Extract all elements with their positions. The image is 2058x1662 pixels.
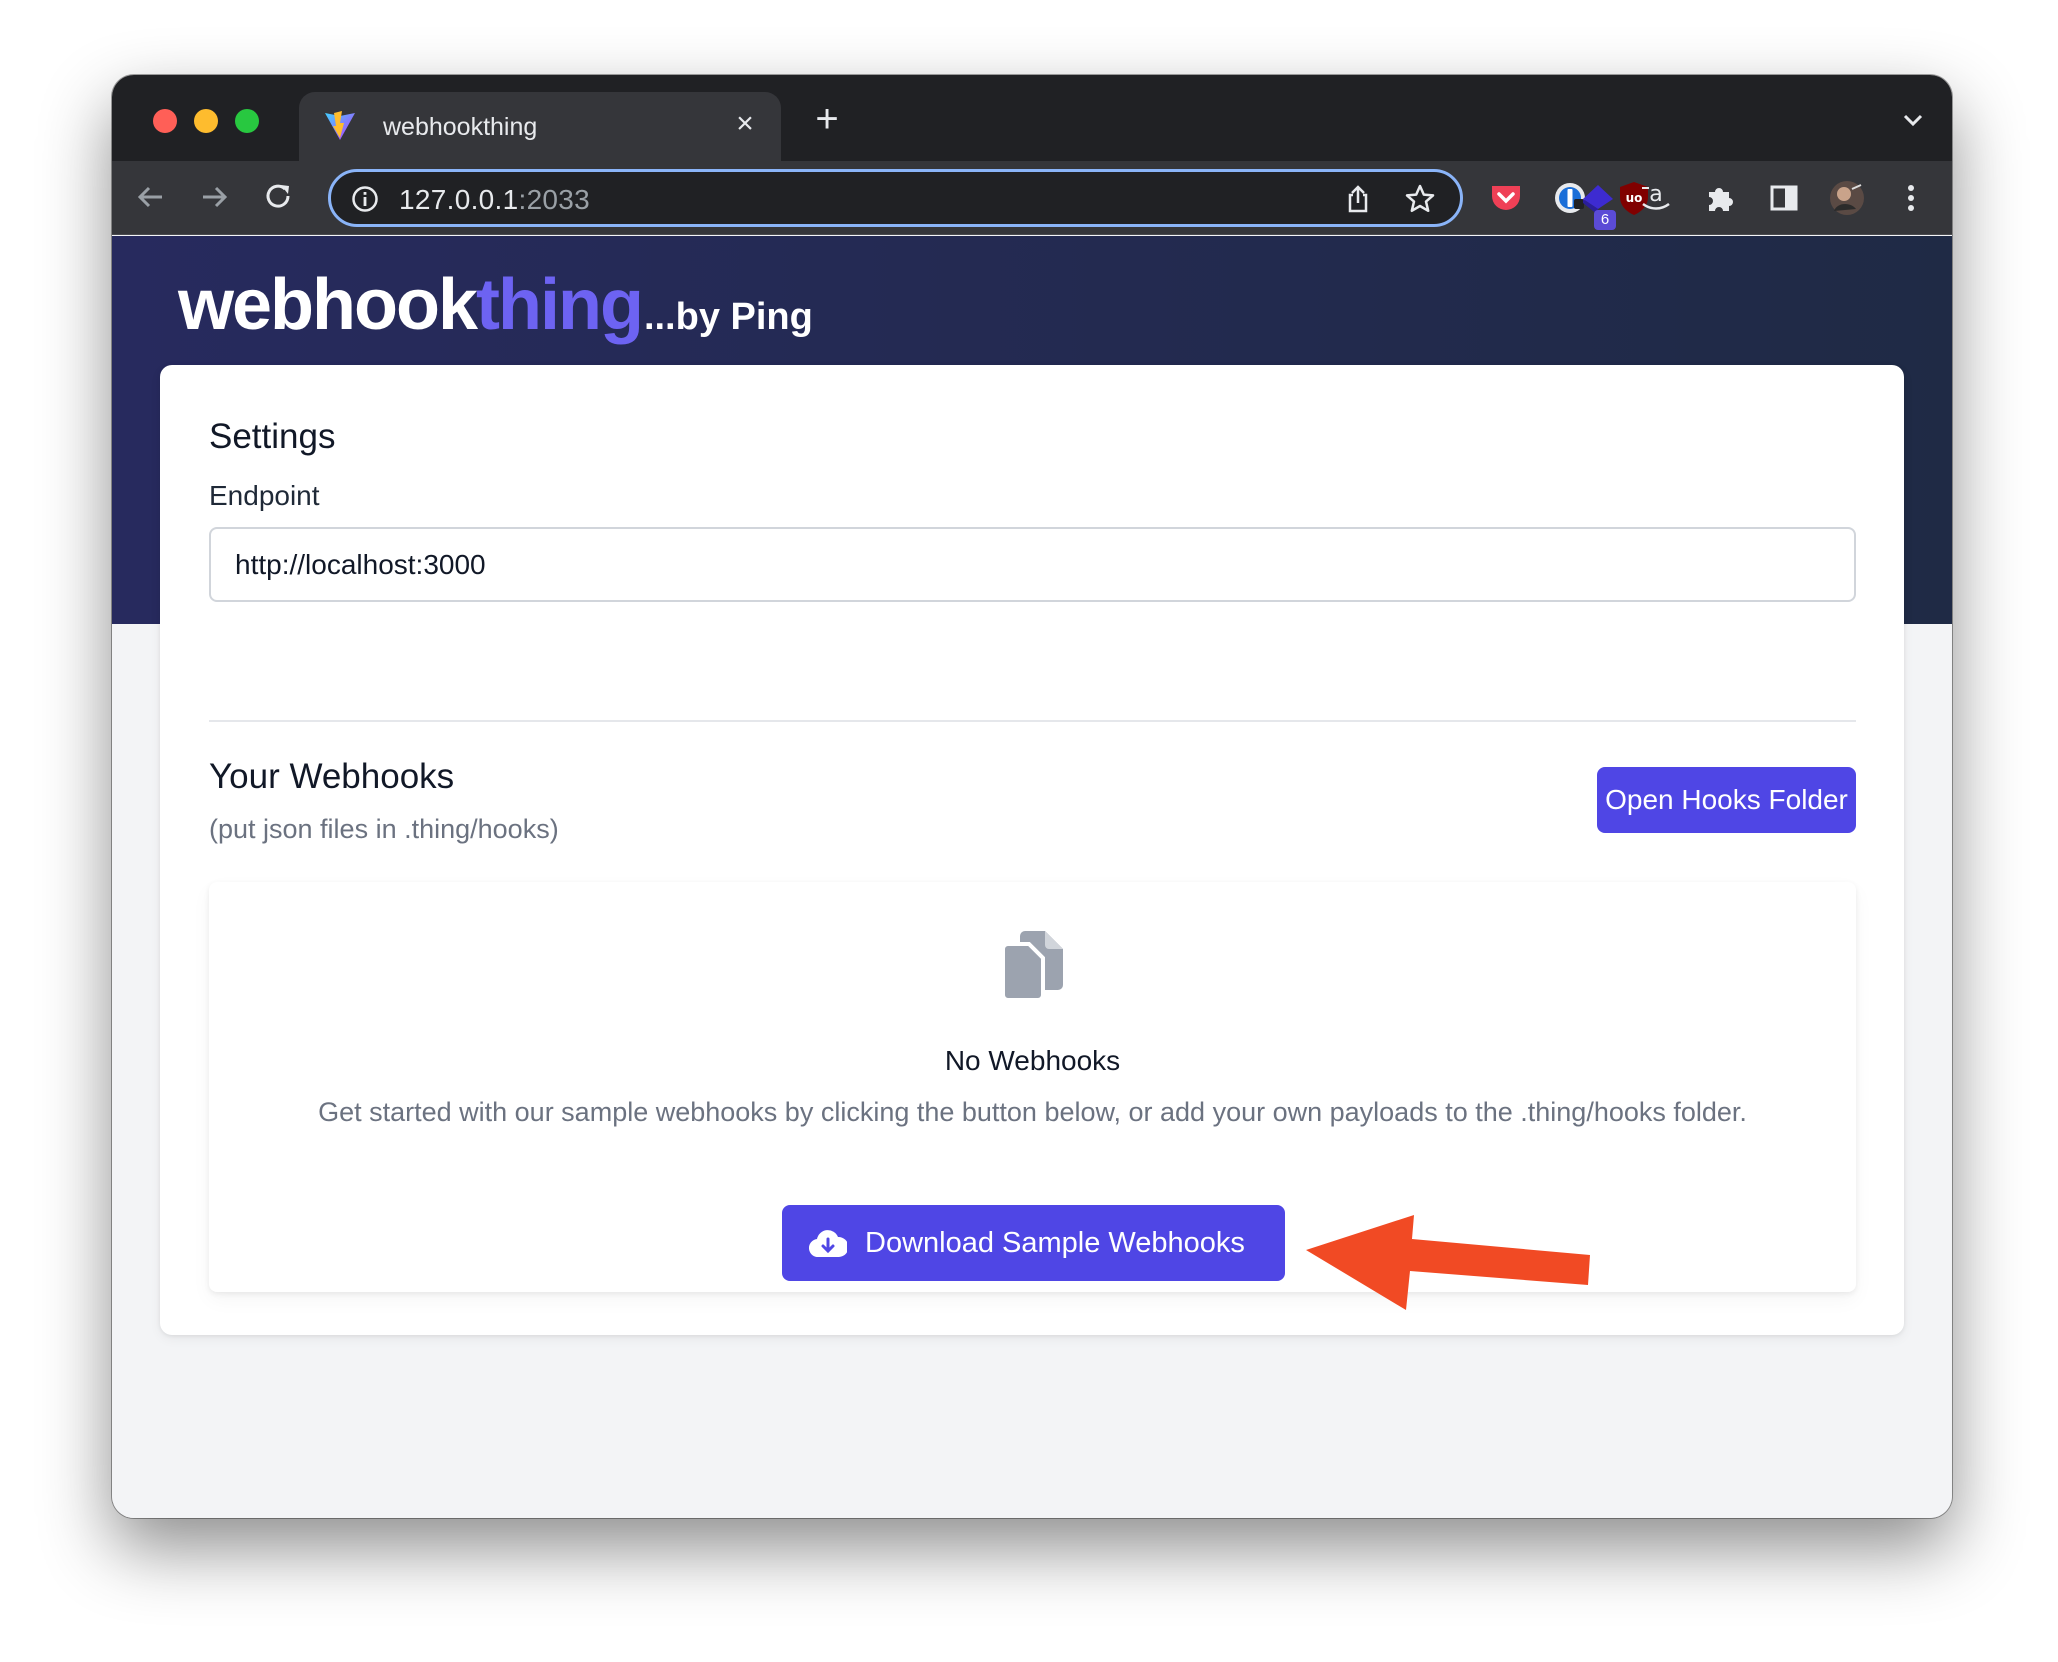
documents-icon xyxy=(1001,931,1063,1002)
divider xyxy=(209,720,1856,722)
download-button-label: Download Sample Webhooks xyxy=(865,1227,1245,1259)
avatar[interactable] xyxy=(1828,179,1866,217)
empty-title: No Webhooks xyxy=(944,1045,1121,1076)
pocket-icon[interactable] xyxy=(1487,179,1525,217)
back-icon[interactable] xyxy=(133,179,169,215)
logo-by: ...by Ping xyxy=(643,296,813,338)
empty-state: No Webhooks Get started with our sample … xyxy=(209,882,1856,1292)
main-card: Settings Endpoint Your Webhooks (put jso… xyxy=(160,365,1904,1335)
svg-text:a: a xyxy=(1649,182,1662,207)
sidepanel-icon[interactable] xyxy=(1765,179,1803,217)
settings-title: Settings xyxy=(209,417,336,456)
page-content: webhookthing...by Ping Settings Endpoint… xyxy=(112,236,1952,1518)
browser-window: webhookthing × + 127.0.0.1:2033 uo 6 a w… xyxy=(112,75,1952,1518)
new-tab-button[interactable]: + xyxy=(807,99,847,139)
share-icon[interactable] xyxy=(1342,183,1374,215)
url-host: 127.0.0.1 xyxy=(399,184,519,215)
amazon-icon[interactable]: a xyxy=(1637,179,1675,217)
endpoint-label: Endpoint xyxy=(209,480,320,511)
reload-icon[interactable] xyxy=(261,179,297,215)
logo-main: webhook xyxy=(178,265,478,345)
star-icon[interactable] xyxy=(1404,183,1436,215)
browser-toolbar: 127.0.0.1:2033 uo 6 a xyxy=(112,161,1952,235)
annotation-arrow xyxy=(1306,1215,1590,1310)
url-text: 127.0.0.1:2033 xyxy=(399,184,590,216)
address-bar[interactable]: 127.0.0.1:2033 xyxy=(328,169,1463,227)
webhooks-title: Your Webhooks xyxy=(209,757,455,796)
minimize-window-button[interactable] xyxy=(194,109,218,133)
forward-icon[interactable] xyxy=(196,179,232,215)
maximize-window-button[interactable] xyxy=(235,109,259,133)
extension-badge: 6 xyxy=(1594,210,1616,230)
tab-bar: webhookthing × + xyxy=(112,75,1952,161)
chevron-down-icon[interactable] xyxy=(1898,105,1928,135)
webhooks-subtitle: (put json files in .thing/hooks) xyxy=(209,814,559,844)
tab-close-icon[interactable]: × xyxy=(727,106,763,142)
cloud-download-icon xyxy=(809,1230,847,1258)
menu-icon[interactable] xyxy=(1892,179,1930,217)
url-port: :2033 xyxy=(518,184,591,215)
vite-favicon-icon xyxy=(325,111,355,140)
app-logo: webhookthing...by Ping xyxy=(178,264,813,346)
endpoint-input[interactable] xyxy=(209,527,1856,602)
open-hooks-folder-button[interactable]: Open Hooks Folder xyxy=(1597,767,1856,833)
puzzle-icon[interactable] xyxy=(1701,179,1739,217)
tab-webhookthing[interactable]: webhookthing × xyxy=(299,92,781,161)
logo-accent: thing xyxy=(476,265,644,345)
close-window-button[interactable] xyxy=(153,109,177,133)
tab-title: webhookthing xyxy=(383,113,538,141)
info-icon[interactable] xyxy=(351,185,379,213)
download-sample-webhooks-button[interactable]: Download Sample Webhooks xyxy=(782,1205,1285,1281)
empty-description: Get started with our sample webhooks by … xyxy=(318,1097,1747,1127)
